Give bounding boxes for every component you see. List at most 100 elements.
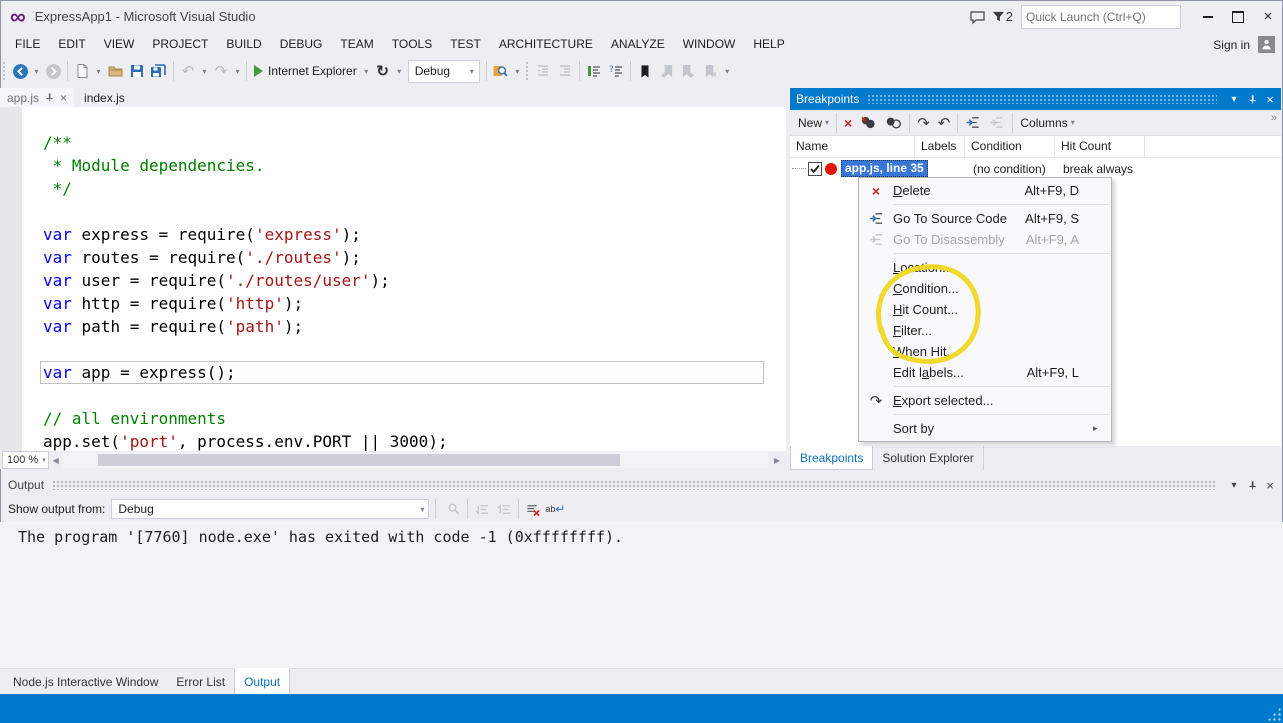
undo-dropdown[interactable]: ▾ [199, 59, 210, 83]
context-menu-item-export-selected[interactable]: ↷Export selected... [859, 390, 1111, 411]
feedback-icon[interactable] [965, 6, 991, 28]
breakpoint-checkbox[interactable] [808, 162, 822, 176]
context-menu-item-when-hit[interactable]: When Hit... [859, 341, 1111, 362]
increase-indent-button[interactable] [554, 59, 576, 83]
undo-button[interactable]: ↶ [177, 59, 199, 83]
export-breakpoints-button[interactable]: ↷ [913, 112, 934, 134]
save-all-button[interactable] [148, 59, 170, 83]
maximize-button[interactable] [1223, 4, 1253, 30]
context-menu-item-filter[interactable]: Filter... [859, 320, 1111, 341]
navigate-backward-button[interactable] [9, 59, 31, 83]
redo-button[interactable]: ↷ [210, 59, 232, 83]
column-header-name[interactable]: Name [790, 136, 915, 157]
window-position-dropdown[interactable]: ▾ [1225, 90, 1243, 108]
pin-icon[interactable] [44, 92, 55, 103]
clear-bookmarks-button[interactable] [700, 59, 722, 83]
find-message-button[interactable] [442, 498, 464, 520]
clear-all-button[interactable] [522, 498, 544, 520]
column-header-condition[interactable]: Condition [965, 136, 1055, 157]
go-to-source-code-button[interactable] [961, 112, 985, 134]
output-log[interactable]: The program '[7760] node.exe' has exited… [0, 522, 1283, 668]
panel-tab-breakpoints[interactable]: Breakpoints [790, 446, 873, 470]
menu-debug[interactable]: DEBUG [271, 33, 332, 56]
code-editor[interactable]: /** * Module dependencies. */var express… [0, 107, 786, 451]
column-header-hit-count[interactable]: Hit Count [1055, 136, 1145, 157]
new-file-button[interactable] [71, 59, 93, 83]
delete-all-breakpoints-button[interactable] [856, 112, 881, 134]
start-debugging-button[interactable]: Internet Explorer [250, 59, 361, 83]
bottom-tab-output[interactable]: Output [234, 668, 290, 695]
toolbar-overflow-dropdown[interactable]: ▾ [722, 59, 733, 83]
menu-build[interactable]: BUILD [217, 33, 270, 56]
menu-window[interactable]: WINDOW [674, 33, 745, 56]
columns-button[interactable]: Columns ▾ [1016, 112, 1078, 134]
breakpoint-name[interactable]: app.js, line 35 [841, 160, 928, 177]
toolbar-grip[interactable] [525, 61, 530, 81]
next-message-button[interactable] [493, 498, 515, 520]
open-file-button[interactable] [104, 59, 126, 83]
find-in-files-button[interactable] [490, 59, 512, 83]
menu-architecture[interactable]: ARCHITECTURE [490, 33, 602, 56]
tab-index-js[interactable]: index.js [74, 88, 135, 107]
menu-tools[interactable]: TOOLS [383, 33, 441, 56]
close-tab-icon[interactable]: × [60, 91, 67, 105]
user-avatar-icon[interactable] [1258, 36, 1275, 53]
quick-launch[interactable] [1021, 5, 1181, 29]
next-bookmark-button[interactable] [678, 59, 700, 83]
menu-edit[interactable]: EDIT [49, 33, 94, 56]
navigate-forward-button[interactable] [42, 59, 64, 83]
sign-in-link[interactable]: Sign in [1213, 38, 1250, 52]
output-source-select[interactable]: Debug ▾ [111, 499, 429, 519]
menu-team[interactable]: TEAM [331, 33, 382, 56]
context-menu-item-delete[interactable]: ×DeleteAlt+F9, D [859, 180, 1111, 201]
context-menu-item-sort-by[interactable]: Sort by▸ [859, 418, 1111, 439]
notifications-button[interactable]: 2 [991, 9, 1013, 24]
panel-tab-solution-explorer[interactable]: Solution Explorer [873, 446, 983, 470]
new-breakpoint-button[interactable]: New ▾ [794, 112, 833, 134]
refresh-dropdown[interactable]: ▾ [394, 59, 405, 83]
import-breakpoints-button[interactable]: ↶ [934, 112, 955, 134]
window-position-dropdown[interactable]: ▾ [1225, 476, 1243, 494]
editor-horizontal-scrollbar[interactable] [63, 452, 768, 468]
redo-dropdown[interactable]: ▾ [232, 59, 243, 83]
refresh-button[interactable]: ↻ [372, 59, 394, 83]
context-menu-item-condition[interactable]: Condition... [859, 278, 1111, 299]
quick-launch-input[interactable] [1022, 10, 1185, 24]
toggle-all-breakpoints-button[interactable] [881, 112, 906, 134]
delete-breakpoint-button[interactable]: × [840, 112, 856, 134]
previous-message-button[interactable] [471, 498, 493, 520]
previous-bookmark-button[interactable] [656, 59, 678, 83]
toolbar-overflow-dropdown[interactable]: ▾ [512, 59, 523, 83]
close-button[interactable]: × [1253, 4, 1283, 30]
pin-icon[interactable] [1243, 90, 1261, 108]
output-title-bar[interactable]: Output ▾ × [0, 474, 1283, 496]
scroll-left-arrow[interactable]: ◀ [49, 456, 63, 465]
editor-zoom-select[interactable]: 100 % ▾ [2, 451, 49, 469]
decrease-indent-button[interactable] [532, 59, 554, 83]
context-menu-item-location[interactable]: Location... [859, 257, 1111, 278]
go-to-disassembly-button[interactable] [985, 112, 1009, 134]
close-panel-icon[interactable]: × [1261, 476, 1279, 494]
navigate-backward-dropdown[interactable]: ▾ [31, 59, 42, 83]
breakpoint-row[interactable]: app.js, line 35 (no condition) break alw… [790, 158, 1281, 179]
scroll-right-arrow[interactable]: ▶ [770, 456, 784, 465]
new-file-dropdown[interactable]: ▾ [93, 59, 104, 83]
bottom-tab-node-js-interactive-window[interactable]: Node.js Interactive Window [4, 669, 167, 695]
scrollbar-thumb[interactable] [98, 454, 620, 466]
menu-file[interactable]: FILE [6, 33, 49, 56]
minimize-button[interactable] [1193, 4, 1223, 30]
breakpoints-panel-title-bar[interactable]: Breakpoints ▾ × [790, 88, 1281, 110]
resize-grip[interactable] [1267, 707, 1281, 721]
menu-help[interactable]: HELP [744, 33, 793, 56]
menu-analyze[interactable]: ANALYZE [602, 33, 674, 56]
toggle-bookmark-button[interactable] [634, 59, 656, 83]
quick-info-button[interactable]: ? [605, 59, 627, 83]
browser-dropdown[interactable]: ▾ [361, 59, 372, 83]
pin-icon[interactable] [1243, 476, 1261, 494]
comment-lines-button[interactable] [583, 59, 605, 83]
context-menu-item-edit-labels[interactable]: Edit labels...Alt+F9, L [859, 362, 1111, 383]
toolbar-overflow-button[interactable]: » [1271, 112, 1277, 124]
close-panel-icon[interactable]: × [1261, 90, 1279, 108]
column-header-labels[interactable]: Labels [915, 136, 965, 157]
word-wrap-button[interactable]: ab↵ [544, 498, 566, 520]
